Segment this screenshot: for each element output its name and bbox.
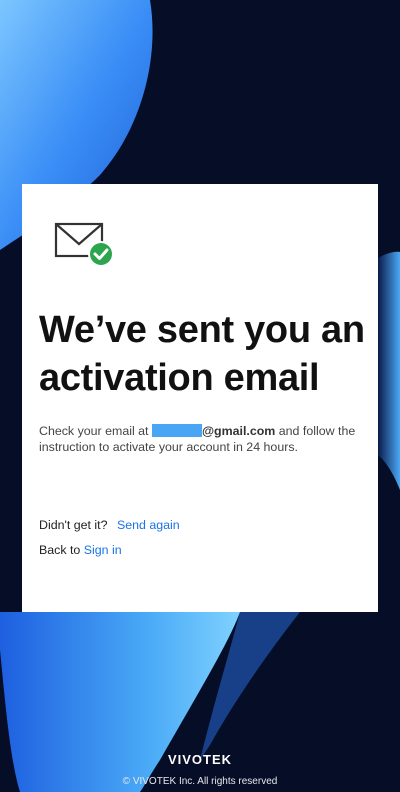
redacted-email-user: [151, 424, 202, 437]
copyright-text: © VIVOTEK Inc. All rights reserved: [122, 776, 278, 787]
activation-card: We’ve sent you an activation email Check…: [22, 184, 378, 612]
send-again-link[interactable]: Send again: [117, 518, 180, 532]
signin-row: Back to Sign in: [39, 543, 122, 557]
sign-in-link[interactable]: Sign in: [84, 543, 122, 557]
brand-logo: VIVOTEK: [167, 752, 233, 767]
instruction-text: Check your email at @gmail.com and follo…: [39, 423, 364, 455]
mail-check-icon: [54, 220, 118, 270]
resend-prompt: Didn't get it?: [39, 518, 108, 532]
instruction-prefix: Check your email at: [39, 424, 152, 438]
resend-row: Didn't get it? Send again: [39, 518, 180, 532]
page-title: We’ve sent you an activation email: [39, 309, 365, 399]
email-domain: @gmail.com: [201, 424, 276, 438]
back-to-label: Back to: [39, 543, 84, 557]
